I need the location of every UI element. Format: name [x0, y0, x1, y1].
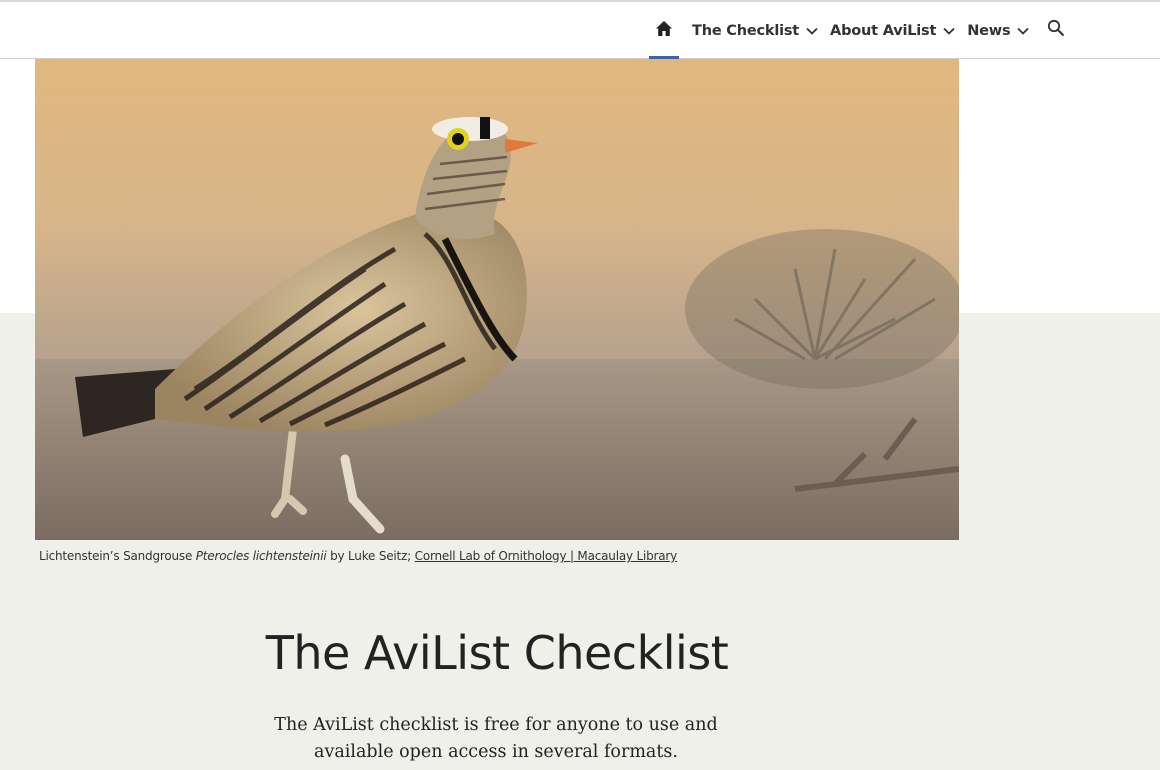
hero-photo	[35, 59, 959, 540]
nav-item-label: News	[967, 22, 1011, 39]
chevron-down-icon	[1017, 27, 1030, 35]
search-button[interactable]	[1047, 2, 1065, 59]
caption-source-link[interactable]: Cornell Lab of Ornithology | Macaulay Li…	[415, 549, 678, 563]
caption-credit: by Luke Seitz;	[330, 549, 412, 563]
site-header: The Checklist About AviList News	[0, 2, 1160, 59]
chevron-down-icon	[943, 27, 955, 35]
nav-item-the-checklist[interactable]: The Checklist	[692, 2, 818, 59]
nav-item-label: The Checklist	[692, 22, 800, 39]
photo-caption: Lichtenstein’s Sandgrouse Pterocles lich…	[39, 549, 677, 563]
nav-item-about-avilist[interactable]: About AviList	[830, 2, 955, 59]
search-icon	[1047, 19, 1065, 42]
caption-scientific-name: Pterocles lichtensteinii	[195, 549, 327, 563]
home-icon	[655, 20, 673, 42]
sandgrouse-photo	[35, 59, 959, 540]
caption-common-name: Lichtenstein’s Sandgrouse	[39, 549, 193, 563]
main-nav: The Checklist About AviList News	[648, 2, 1065, 59]
nav-home-link[interactable]	[648, 2, 680, 59]
chevron-down-icon	[806, 27, 818, 35]
nav-item-label: About AviList	[830, 22, 937, 39]
intro-text: The AviList checklist is free for anyone…	[274, 715, 718, 762]
page-title: The AviList Checklist	[265, 626, 729, 680]
nav-item-news[interactable]: News	[967, 2, 1030, 59]
